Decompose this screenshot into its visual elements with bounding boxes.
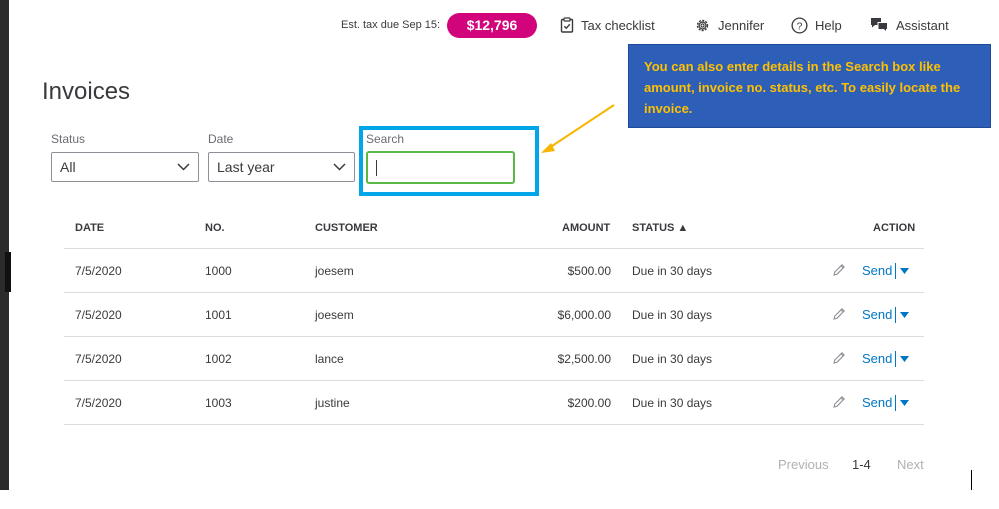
row-customer: joesem	[315, 308, 354, 322]
row-customer: lance	[315, 352, 344, 366]
pagination-previous[interactable]: Previous	[778, 457, 829, 472]
status-filter-label: Status	[51, 132, 86, 146]
chevron-down-icon	[333, 163, 346, 171]
date-filter-value: Last year	[217, 159, 275, 175]
send-button[interactable]: Send	[862, 249, 892, 293]
pencil-edit-icon[interactable]	[832, 395, 846, 409]
caret-down-icon[interactable]	[900, 312, 909, 318]
row-no: 1003	[205, 396, 232, 410]
column-header-amount[interactable]: AMOUNT	[562, 222, 610, 234]
status-filter-value: All	[60, 159, 76, 175]
date-filter-select[interactable]: Last year	[208, 152, 355, 182]
caret-down-icon[interactable]	[900, 400, 909, 406]
chevron-down-icon	[177, 163, 190, 171]
send-button[interactable]: Send	[862, 293, 892, 337]
row-customer: justine	[315, 396, 350, 410]
table-row[interactable]: 7/5/2020 1002 lance $2,500.00 Due in 30 …	[0, 337, 999, 381]
pencil-edit-icon[interactable]	[832, 351, 846, 365]
table-row[interactable]: 7/5/2020 1000 joesem $500.00 Due in 30 d…	[0, 249, 999, 293]
row-status: Due in 30 days	[632, 352, 713, 366]
send-divider	[895, 395, 896, 411]
search-label: Search	[366, 132, 405, 146]
send-button[interactable]: Send	[862, 381, 892, 425]
row-status: Due in 30 days	[632, 396, 713, 410]
row-date: 7/5/2020	[75, 352, 122, 366]
send-button[interactable]: Send	[862, 337, 892, 381]
column-header-action: ACTION	[873, 222, 916, 234]
row-amount: $6,000.00	[557, 308, 611, 322]
row-status: Due in 30 days	[632, 308, 713, 322]
pagination-range: 1-4	[852, 457, 871, 472]
column-header-date[interactable]: DATE	[75, 222, 104, 234]
caret-down-icon[interactable]	[900, 356, 909, 362]
table-bottom-divider	[64, 424, 924, 425]
table-row[interactable]: 7/5/2020 1003 justine $200.00 Due in 30 …	[0, 381, 999, 425]
row-amount: $2,500.00	[557, 352, 611, 366]
send-divider	[895, 351, 896, 367]
column-header-customer[interactable]: CUSTOMER	[315, 222, 378, 234]
column-header-no[interactable]: NO.	[205, 222, 225, 234]
row-date: 7/5/2020	[75, 264, 122, 278]
search-input[interactable]	[366, 151, 515, 184]
pencil-edit-icon[interactable]	[832, 263, 846, 277]
page-title: Invoices	[42, 78, 131, 105]
row-status: Due in 30 days	[632, 264, 713, 278]
send-divider	[895, 307, 896, 323]
pencil-edit-icon[interactable]	[832, 307, 846, 321]
row-customer: joesem	[315, 264, 354, 278]
table-row[interactable]: 7/5/2020 1001 joesem $6,000.00 Due in 30…	[0, 293, 999, 337]
date-filter-label: Date	[208, 132, 234, 146]
text-cursor-mark	[971, 470, 972, 490]
status-filter-select[interactable]: All	[51, 152, 199, 182]
row-date: 7/5/2020	[75, 396, 122, 410]
row-amount: $200.00	[567, 396, 611, 410]
row-no: 1000	[205, 264, 232, 278]
pagination-next[interactable]: Next	[897, 457, 924, 472]
send-divider	[895, 263, 896, 279]
row-no: 1002	[205, 352, 232, 366]
row-no: 1001	[205, 308, 232, 322]
row-amount: $500.00	[567, 264, 611, 278]
caret-down-icon[interactable]	[900, 268, 909, 274]
row-date: 7/5/2020	[75, 308, 122, 322]
text-caret	[376, 160, 377, 176]
column-header-status[interactable]: STATUS ▲	[632, 222, 688, 234]
